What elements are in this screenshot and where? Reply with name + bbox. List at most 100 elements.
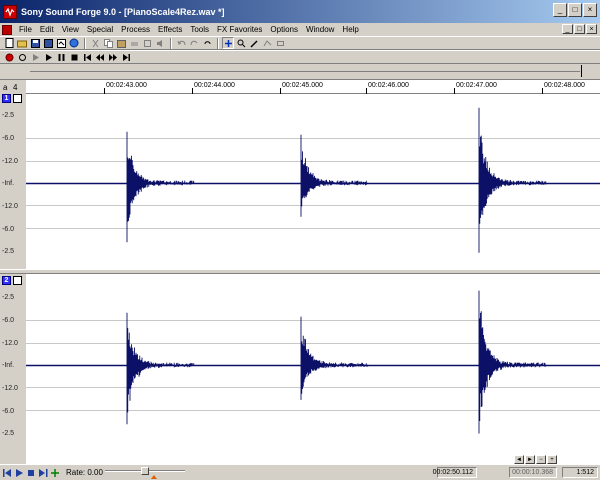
event-tool-icon[interactable] [274,37,286,49]
play-icon[interactable] [42,51,54,63]
menu-edit[interactable]: Edit [36,25,58,34]
overview-cursor [581,65,582,77]
record-icon[interactable] [3,51,15,63]
playback-rate-slider[interactable] [105,467,185,479]
play-all-icon[interactable] [29,51,41,63]
channel-2-select[interactable] [13,276,22,285]
status-scrub-icon[interactable] [50,468,60,478]
ruler-label: 00:02:48.000 [544,82,585,89]
channel-1-select[interactable] [13,94,22,103]
status-go-start-icon[interactable] [2,468,12,478]
db-label: -2.5 [2,430,15,437]
menu-file[interactable]: File [15,25,36,34]
menu-window[interactable]: Window [302,25,338,34]
render-icon[interactable] [55,37,67,49]
zoom-out-icon[interactable]: − [536,455,546,464]
new-file-icon[interactable] [3,37,15,49]
status-stop-icon[interactable] [26,468,36,478]
status-play-region-icon[interactable] [38,468,48,478]
status-play-icon[interactable] [14,468,24,478]
selection-length-field[interactable]: 00:00:10.368 [509,467,557,478]
forward-icon[interactable] [107,51,119,63]
document-icon[interactable] [2,24,12,35]
waveform-display[interactable] [26,94,600,464]
scroll-left-icon[interactable]: ◄ [514,455,524,464]
menu-special[interactable]: Special [83,25,117,34]
ruler-label: 00:02:46.000 [368,82,409,89]
menu-tools[interactable]: Tools [186,25,213,34]
menu-help[interactable]: Help [338,25,362,34]
mute-icon[interactable] [154,37,166,49]
repeat-icon[interactable] [201,37,213,49]
db-label: -12.0 [2,203,18,210]
minimize-button[interactable]: _ [553,3,567,17]
copy-icon[interactable] [102,37,114,49]
cursor-position-field[interactable]: 00:02:50.112 [433,467,477,478]
db-label: -12.0 [2,385,18,392]
undo-icon[interactable] [175,37,187,49]
time-ruler[interactable]: 00:02:43.000 00:02:44.000 00:02:45.000 0… [26,80,600,94]
doc-restore-button[interactable]: □ [574,24,585,34]
ruler-label: 00:02:43.000 [106,82,147,89]
go-to-start-icon[interactable] [81,51,93,63]
edit-tool-icon[interactable] [222,37,234,49]
db-label: -Inf. [2,362,15,369]
menu-options[interactable]: Options [266,25,302,34]
channel-2-button[interactable]: 2 [2,276,11,285]
standard-toolbar [0,36,600,50]
doc-minimize-button[interactable]: _ [562,24,573,34]
loop-playback-icon[interactable] [16,51,28,63]
envelope-tool-icon[interactable] [261,37,273,49]
rate-slider-thumb[interactable] [141,467,149,475]
open-folder-icon[interactable] [16,37,28,49]
ruler-label: 00:02:47.000 [456,82,497,89]
snap-icon[interactable]: 4 [13,83,17,92]
transport-toolbar [0,50,600,64]
menu-bar: File Edit View Special Process Effects T… [0,23,600,36]
paste-icon[interactable] [115,37,127,49]
sound-forge-app-icon[interactable] [3,4,17,19]
overview-bar[interactable] [0,64,600,80]
magnify-tool-icon[interactable] [235,37,247,49]
note-transient [126,312,195,425]
rewind-icon[interactable] [94,51,106,63]
save-all-icon[interactable] [42,37,54,49]
channel-1-button[interactable]: 1 [2,94,11,103]
zoom-ratio-field[interactable]: 1:512 [562,467,598,478]
zoom-scroll-controls: ◄ ► − + [514,455,600,464]
waveform-canvas[interactable] [26,94,600,464]
pause-icon[interactable] [55,51,67,63]
ruler-label: 00:02:45.000 [282,82,323,89]
menu-view[interactable]: View [58,25,83,34]
window-title: Sony Sound Forge 9.0 - [PianoScale4Rez.w… [21,6,225,17]
mix-icon[interactable] [128,37,140,49]
trim-crop-icon[interactable] [141,37,153,49]
menu-process[interactable]: Process [117,25,154,34]
channel-separator [0,269,600,274]
rate-marker-icon [151,475,157,479]
lock-icon[interactable]: a [3,83,7,92]
redo-icon[interactable] [188,37,200,49]
db-label: -6.0 [2,408,15,415]
db-label: -2.5 [2,248,15,255]
pencil-tool-icon[interactable] [248,37,260,49]
save-icon[interactable] [29,37,41,49]
menu-fx-favorites[interactable]: FX Favorites [213,25,266,34]
playback-rate-label: Rate: 0.00 [66,468,103,477]
go-to-end-icon[interactable] [120,51,132,63]
note-transient [300,134,369,217]
close-button[interactable]: × [583,3,597,17]
db-label: -Inf. [2,180,15,187]
explorer-icon[interactable] [68,37,80,49]
stop-icon[interactable] [68,51,80,63]
db-label: -6.0 [2,135,15,142]
note-transient [126,131,195,243]
menu-effects[interactable]: Effects [154,25,186,34]
cut-icon[interactable] [89,37,101,49]
maximize-button[interactable]: □ [568,3,582,17]
zoom-in-icon[interactable]: + [547,455,557,464]
db-label: -12.0 [2,340,18,347]
scroll-right-icon[interactable]: ► [525,455,535,464]
ruler-label: 00:02:44.000 [194,82,235,89]
doc-close-button[interactable]: × [586,24,597,34]
